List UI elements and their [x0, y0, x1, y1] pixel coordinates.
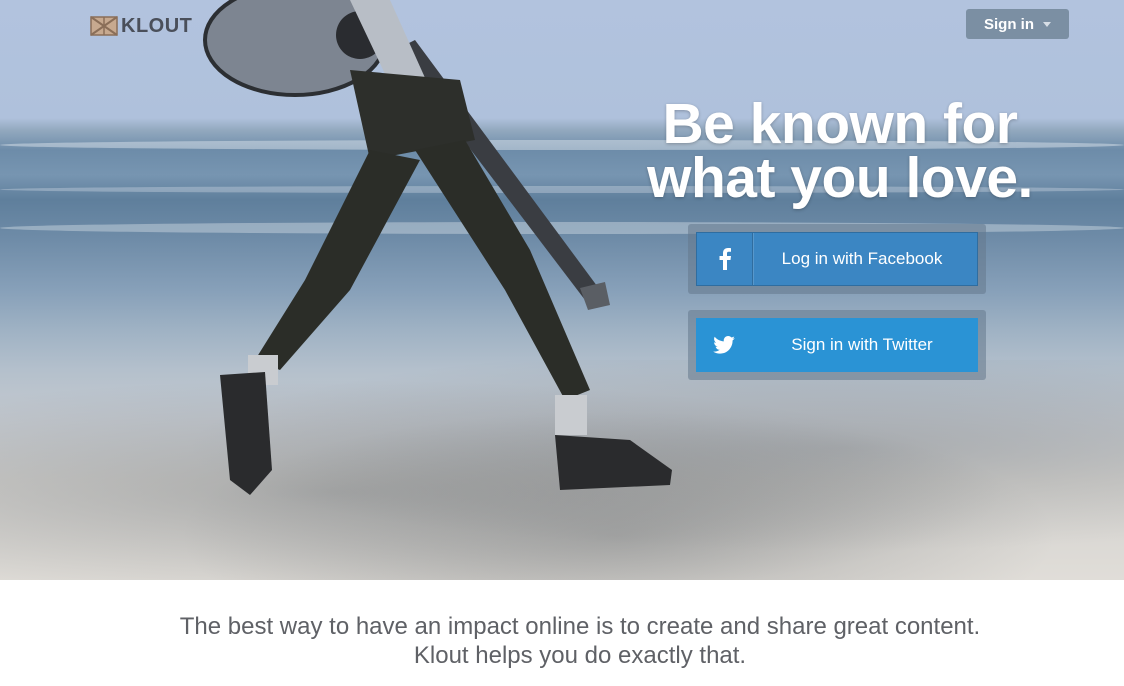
- caret-down-icon: [1043, 21, 1051, 27]
- facebook-login-button[interactable]: Log in with Facebook: [696, 232, 978, 286]
- klout-mark-icon: [90, 16, 118, 36]
- twitter-button-label: Sign in with Twitter: [791, 335, 933, 354]
- tagline-line-1: The best way to have an impact online is…: [179, 613, 981, 640]
- tagline: The best way to have an impact online is…: [0, 612, 1124, 670]
- twitter-signin-button[interactable]: Sign in with Twitter: [696, 318, 978, 372]
- brand-name: KLOUT: [121, 14, 193, 37]
- klout-logo[interactable]: KLOUT: [90, 14, 192, 38]
- signin-label: Sign in: [984, 15, 1034, 33]
- tagline-line-2: Klout helps you do exactly that.: [413, 642, 747, 669]
- facebook-icon: [697, 233, 753, 285]
- twitter-button-frame: Sign in with Twitter: [688, 310, 986, 380]
- headline-line-2: what you love.: [647, 146, 1033, 210]
- facebook-button-frame: Log in with Facebook: [688, 224, 986, 294]
- signin-button[interactable]: Sign in: [966, 9, 1069, 39]
- page-title: Be known for what you love.: [620, 92, 1060, 210]
- hero-photo-icon: [203, 0, 672, 495]
- twitter-icon: [696, 318, 752, 372]
- facebook-button-label: Log in with Facebook: [781, 249, 943, 268]
- headline-line-1: Be known for: [662, 92, 1018, 156]
